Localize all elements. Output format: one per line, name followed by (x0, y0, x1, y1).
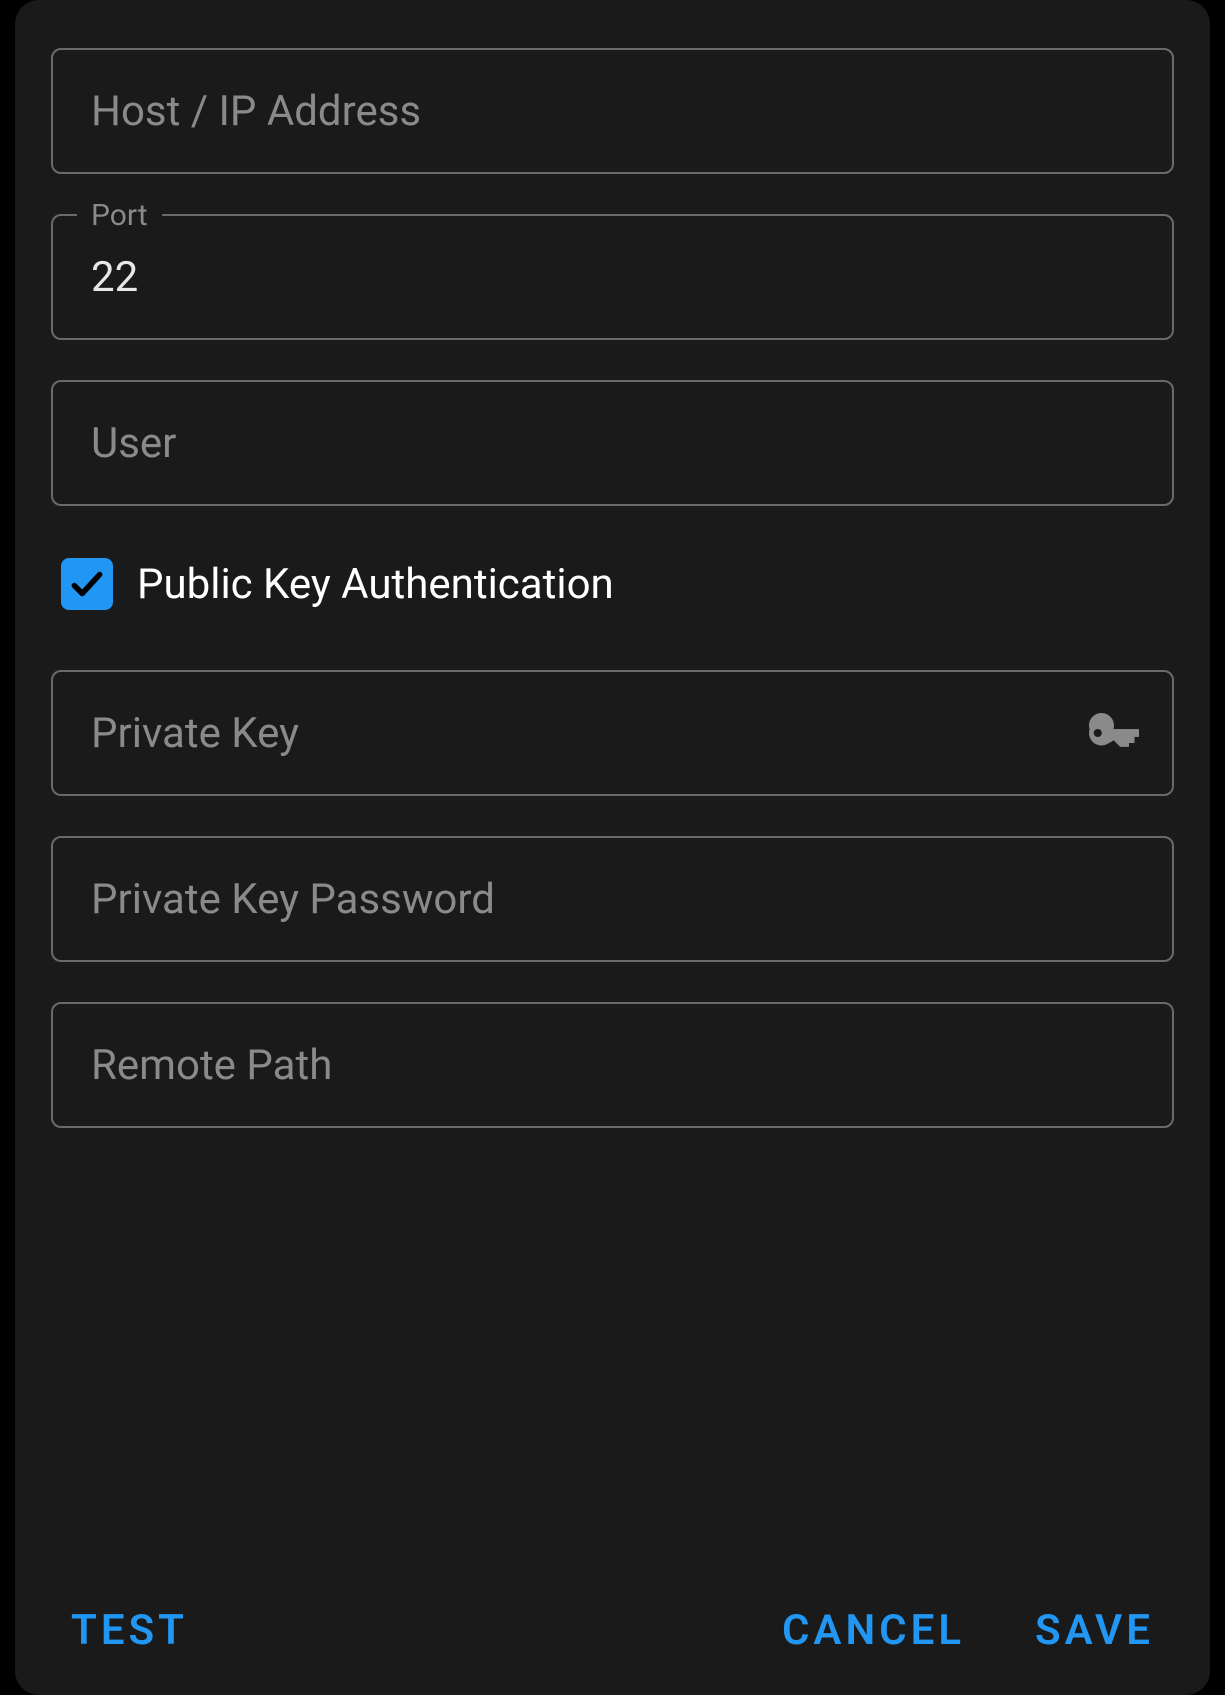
cancel-button[interactable]: CANCEL (782, 1606, 965, 1655)
port-input[interactable] (51, 214, 1174, 340)
connection-dialog: Port Public Key Authentication (15, 0, 1210, 1695)
key-icon[interactable] (1084, 703, 1144, 763)
remote-path-field-wrapper (51, 1002, 1174, 1128)
private-key-field-wrapper (51, 670, 1174, 796)
port-field-wrapper: Port (51, 214, 1174, 340)
host-field-wrapper (51, 48, 1174, 174)
remote-path-input[interactable] (51, 1002, 1174, 1128)
private-key-password-field-wrapper (51, 836, 1174, 962)
public-key-auth-checkbox[interactable] (61, 558, 113, 610)
dialog-button-row: TEST CANCEL SAVE (51, 1576, 1174, 1655)
user-field-wrapper (51, 380, 1174, 506)
private-key-password-input[interactable] (51, 836, 1174, 962)
public-key-auth-label: Public Key Authentication (137, 560, 614, 609)
host-input[interactable] (51, 48, 1174, 174)
user-input[interactable] (51, 380, 1174, 506)
save-button[interactable]: SAVE (1035, 1606, 1154, 1655)
private-key-input[interactable] (51, 670, 1174, 796)
test-button[interactable]: TEST (71, 1606, 188, 1655)
check-icon (68, 565, 106, 603)
port-label: Port (77, 198, 162, 233)
public-key-auth-row[interactable]: Public Key Authentication (51, 546, 1174, 670)
